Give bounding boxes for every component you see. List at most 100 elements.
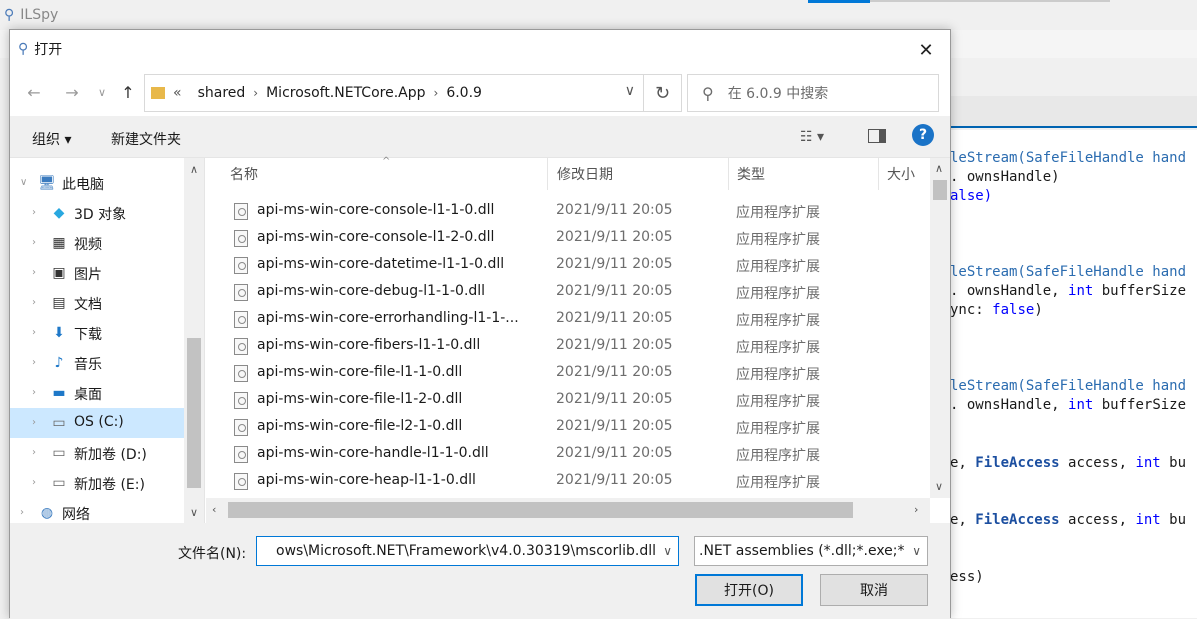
file-row[interactable]: api-ms-win-core-debug-l1-1-0.dll 2021/9/1… [206,279,930,306]
scroll-down-icon[interactable]: ∨ [935,480,943,493]
search-input[interactable]: ⚲ 在 6.0.9 中搜索 [687,74,939,112]
chevron-right-icon[interactable]: › [32,447,36,458]
column-size[interactable]: 大小 [879,158,930,190]
scrollbar-thumb[interactable] [187,338,201,488]
chevron-right-icon[interactable]: › [20,507,24,518]
file-row[interactable]: api-ms-win-core-file-l2-1-0.dll 2021/9/11… [206,414,930,441]
organize-button[interactable]: 组织 ▾ [32,129,71,149]
scrollbar-thumb[interactable] [933,180,947,200]
address-segment-netcore[interactable]: Microsoft.NETCore.App [266,85,425,101]
scroll-up-icon[interactable]: ∧ [184,160,204,178]
column-date-label: 修改日期 [557,167,613,183]
scroll-left-icon[interactable]: ‹ [212,503,216,516]
scroll-down-icon[interactable]: ∨ [184,503,204,521]
file-row[interactable]: api-ms-win-core-fibers-l1-1-0.dll 2021/9/… [206,333,930,360]
chevron-down-icon[interactable]: ∨ [663,544,672,558]
scroll-right-icon[interactable]: › [914,503,918,516]
chevron-right-icon[interactable]: › [32,327,36,338]
tree-item[interactable]: › ▭ 新加卷 (E:) [10,468,184,498]
navigation-scrollbar[interactable]: ∧ ∨ [184,158,204,523]
code-token: e, [950,512,976,528]
tree-item[interactable]: › ▭ OS (C:) [10,408,184,438]
tree-item[interactable]: › ⬇ 下载 [10,318,184,348]
dll-file-icon [234,392,248,409]
file-row[interactable]: api-ms-win-core-file-l1-1-0.dll 2021/9/11… [206,360,930,387]
tree-item[interactable]: › ▣ 图片 [10,258,184,288]
column-date[interactable]: 修改日期 [549,158,729,190]
network-icon: ◍ [40,505,54,521]
tree-item[interactable]: › ▤ 文档 [10,288,184,318]
code-view[interactable]: leStream(SafeFileHandle hand. ownsHandle… [950,130,1197,618]
file-type-select[interactable]: .NET assemblies (*.dll;*.exe;* ∨ [694,536,928,566]
chevron-right-icon[interactable]: › [32,297,36,308]
tree-item[interactable]: › ▬ 桌面 [10,378,184,408]
up-arrow-icon[interactable]: ↑ [116,80,140,104]
code-token: SafeFileHandle [1025,378,1144,394]
preview-pane-icon[interactable] [868,129,886,143]
tree-item[interactable]: › ◆ 3D 对象 [10,198,184,228]
filename-input[interactable]: ows\Microsoft.NET\Framework\v4.0.30319\m… [256,536,679,566]
code-token: access, [1059,455,1136,471]
dialog-titlebar: ⚲ 打开 ✕ [10,30,950,68]
address-bar[interactable]: « shared › Microsoft.NETCore.App › 6.0.9… [144,74,682,112]
file-row[interactable]: api-ms-win-core-handle-l1-1-0.dll 2021/9/… [206,441,930,468]
chevron-down-icon[interactable]: ∨ [625,83,635,99]
code-token: int [1068,283,1094,299]
dll-file-icon [234,419,248,436]
tree-item[interactable]: › ♪ 音乐 [10,348,184,378]
cancel-button[interactable]: 取消 [820,574,928,606]
code-line: e, FileAccess access, int bu [950,455,1186,471]
open-button[interactable]: 打开(O) [695,574,803,606]
file-row[interactable]: api-ms-win-core-file-l1-2-0.dll 2021/9/11… [206,387,930,414]
refresh-icon[interactable]: ↻ [643,75,681,111]
chevron-right-icon[interactable]: › [32,237,36,248]
tree-item[interactable]: › ▦ 视频 [10,228,184,258]
file-name: api-ms-win-core-console-l1-1-0.dll [257,202,495,218]
chevron-right-icon[interactable]: › [253,86,258,100]
back-arrow-icon[interactable]: ← [22,80,46,104]
computer-icon: 🖥 [38,175,56,191]
tree-item-label: 桌面 [74,387,102,403]
file-name: api-ms-win-core-datetime-l1-1-0.dll [257,256,505,272]
address-segment-version[interactable]: 6.0.9 [446,85,482,101]
video-icon: ▦ [52,235,66,251]
address-overflow[interactable]: « [173,85,182,101]
new-folder-button[interactable]: 新建文件夹 [111,129,181,149]
chevron-down-icon[interactable]: ∨ [912,544,921,558]
scrollbar-thumb[interactable] [228,502,853,518]
chevron-right-icon[interactable]: › [32,267,36,278]
file-row[interactable]: api-ms-win-core-console-l1-2-0.dll 2021/9… [206,225,930,252]
chevron-right-icon[interactable]: › [434,86,439,100]
chevron-right-icon[interactable]: › [32,477,36,488]
app-tab-bar[interactable] [950,96,1197,128]
file-date: 2021/9/11 20:05 [556,418,673,434]
file-date: 2021/9/11 20:05 [556,364,673,380]
forward-arrow-icon[interactable]: → [60,80,84,104]
drive-icon: ▭ [52,445,66,461]
app-titlebar: ⚲ ILSpy [0,0,1197,30]
chevron-right-icon[interactable]: › [32,417,36,428]
recent-locations-chevron-icon[interactable]: ∨ [90,80,114,104]
file-row[interactable]: api-ms-win-core-console-l1-1-0.dll 2021/9… [206,198,930,225]
view-options-icon[interactable]: ☷ ▾ [800,129,824,145]
drive-icon: ▭ [52,475,66,491]
file-list-horizontal-scrollbar[interactable]: ‹ › [206,498,930,523]
tree-item[interactable]: ∨ 🖥 此电脑 [10,168,184,198]
file-row[interactable]: api-ms-win-core-errorhandling-l1-1-... 20… [206,306,930,333]
address-segment-shared[interactable]: shared [198,85,246,101]
chevron-down-icon[interactable]: ∨ [20,177,27,188]
column-header: 名称 ^ 修改日期 类型 大小 [206,156,930,190]
tree-item[interactable]: › ▭ 新加卷 (D:) [10,438,184,468]
scroll-up-icon[interactable]: ∧ [935,162,943,175]
chevron-right-icon[interactable]: › [32,357,36,368]
dialog-app-icon: ⚲ [18,41,29,57]
chevron-right-icon[interactable]: › [32,387,36,398]
help-icon[interactable]: ? [912,124,934,146]
app-title: ILSpy [20,7,59,23]
file-row[interactable]: api-ms-win-core-datetime-l1-1-0.dll 2021/… [206,252,930,279]
close-button[interactable]: ✕ [910,34,942,66]
chevron-right-icon[interactable]: › [32,207,36,218]
file-list-vertical-scrollbar[interactable]: ∧ ∨ [930,158,950,498]
column-type[interactable]: 类型 [729,158,879,190]
file-row[interactable]: api-ms-win-core-heap-l1-1-0.dll 2021/9/11… [206,468,930,495]
